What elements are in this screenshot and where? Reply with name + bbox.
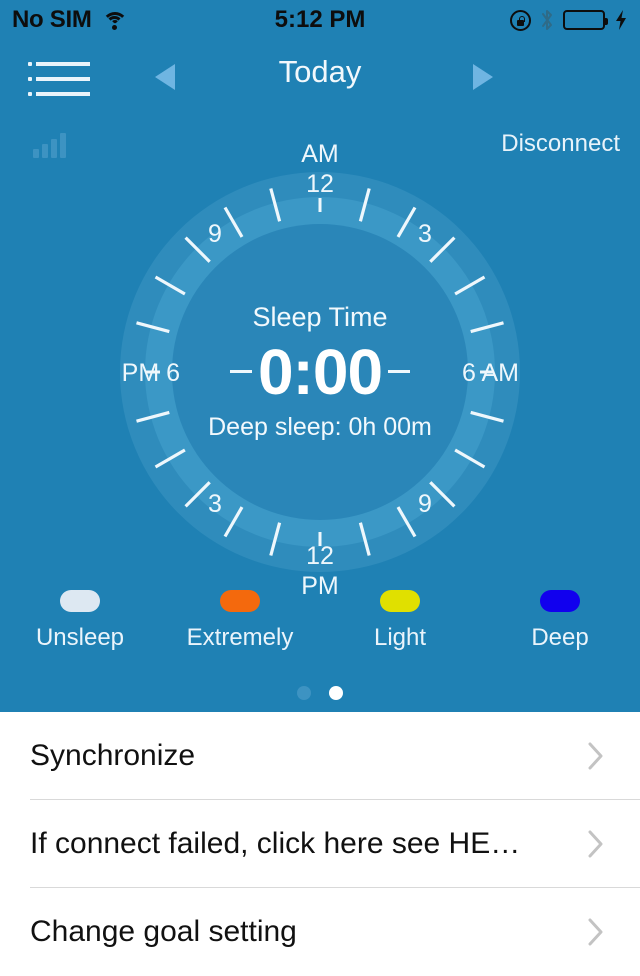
status-bar: No SIM 5:12 PM — [0, 0, 640, 40]
legend-swatch-unsleep — [60, 590, 100, 612]
deep-sleep-label: Deep sleep: 0h 00m — [208, 412, 432, 441]
legend-item: Extremely — [160, 590, 320, 670]
legend-label-light: Light — [373, 624, 427, 651]
dial-left-label: PM 6 — [121, 359, 180, 387]
rotation-lock-icon — [510, 9, 531, 31]
dial-center-readout: Sleep Time 0:00 Deep sleep: 0h 00m — [172, 224, 468, 520]
dial-top-ampm: AM — [301, 140, 339, 168]
nav-bar: Today — [0, 40, 640, 108]
app-screen: No SIM 5:12 PM Today Disconnect Sleep Ti… — [0, 0, 640, 960]
list-item-change-goal[interactable]: Change goal setting — [0, 888, 640, 976]
page-title: Today — [278, 54, 362, 89]
battery-icon — [563, 10, 608, 30]
legend-swatch-deep — [540, 590, 580, 612]
charging-bolt-icon — [614, 9, 628, 31]
dial-right-tick — [388, 370, 410, 373]
chevron-right-icon — [588, 918, 604, 946]
chevron-right-icon — [588, 830, 604, 858]
status-bar-left: No SIM — [12, 6, 128, 34]
dial-right-label: 6 AM — [462, 359, 519, 387]
legend-swatch-light — [380, 590, 420, 612]
sleep-panel: Today Disconnect Sleep Time 0:00 Deep sl… — [0, 40, 640, 712]
list-item-label: Synchronize — [30, 739, 196, 772]
legend-label-extremely: Extremely — [186, 624, 294, 651]
page-dot[interactable] — [297, 686, 311, 700]
triangle-right-icon[interactable] — [473, 64, 493, 90]
status-bar-right — [510, 9, 628, 31]
dial-hour-bottom: 12 — [306, 542, 334, 570]
sleep-clock-dial[interactable]: Sleep Time 0:00 Deep sleep: 0h 00m AM 12… — [90, 140, 550, 600]
chevron-right-icon — [588, 742, 604, 770]
dial-hour-top-right: 3 — [418, 220, 432, 248]
legend-label-unsleep: Unsleep — [35, 624, 125, 651]
dial-hour-top: 12 — [306, 170, 334, 198]
page-indicator[interactable] — [0, 686, 640, 700]
sleep-legend: Unsleep Extremely Light Deep — [0, 590, 640, 670]
legend-label-deep: Deep — [531, 624, 589, 651]
page-dot-active[interactable] — [329, 686, 343, 700]
sleep-time-value: 0:00 — [257, 336, 383, 409]
settings-list: Synchronize If connect failed, click her… — [0, 712, 640, 960]
wifi-icon — [101, 10, 128, 30]
dial-hour-bottom-left: 3 — [208, 490, 222, 518]
dial-hour-top-left: 9 — [208, 220, 222, 248]
dial-left-tick — [230, 370, 252, 373]
sleep-time-label: Sleep Time — [252, 302, 388, 333]
list-item-connect-help[interactable]: If connect failed, click here see HE… — [0, 800, 640, 888]
legend-item: Light — [320, 590, 480, 670]
bluetooth-icon — [540, 9, 554, 31]
list-item-label: Change goal setting — [30, 915, 297, 948]
legend-item: Deep — [480, 590, 640, 670]
list-item-synchronize[interactable]: Synchronize — [0, 712, 640, 800]
carrier-label: No SIM — [12, 6, 92, 33]
list-item-label: If connect failed, click here see HE… — [30, 827, 521, 860]
signal-bars-icon — [33, 132, 69, 158]
legend-item: Unsleep — [0, 590, 160, 670]
dial-hour-bottom-right: 9 — [418, 490, 432, 518]
legend-swatch-extremely — [220, 590, 260, 612]
